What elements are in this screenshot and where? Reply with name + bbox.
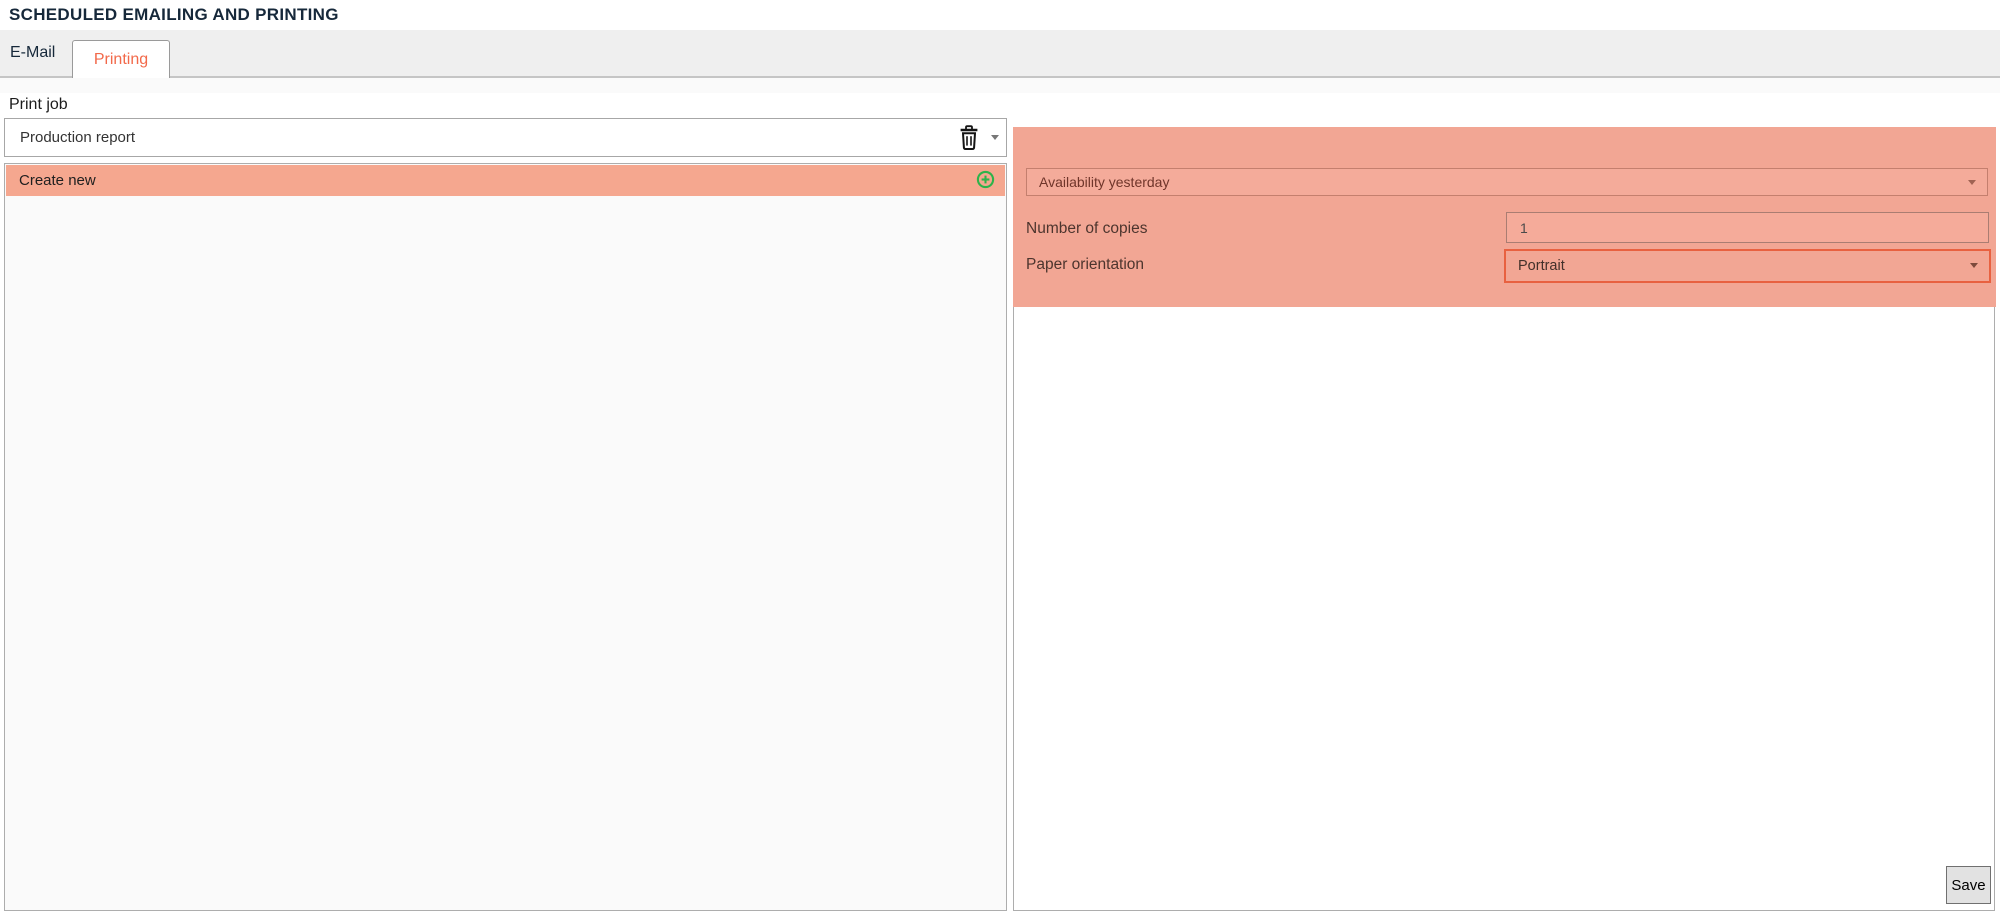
print-job-list: Create new	[4, 163, 1007, 911]
chevron-down-icon	[1970, 263, 1978, 268]
tab-bar: E-Mail	[0, 30, 2000, 78]
details-highlight-block: Availability yesterday Number of copies …	[1013, 127, 1996, 307]
delete-print-job-button[interactable]	[958, 125, 980, 151]
number-of-copies-input[interactable]	[1506, 212, 1989, 243]
save-button[interactable]: Save	[1946, 866, 1991, 904]
print-job-details-panel: Availability yesterday Number of copies …	[1013, 127, 1995, 911]
add-circle-icon[interactable]	[976, 170, 995, 189]
chevron-down-icon	[1968, 180, 1976, 185]
page-title: SCHEDULED EMAILING AND PRINTING	[9, 5, 339, 25]
print-job-combobox[interactable]: Production report	[4, 118, 1007, 157]
chevron-down-icon[interactable]	[991, 135, 999, 140]
tab-email[interactable]: E-Mail	[10, 30, 55, 76]
number-of-copies-label: Number of copies	[1026, 220, 1147, 238]
paper-orientation-label: Paper orientation	[1026, 256, 1144, 274]
list-item-create-new[interactable]: Create new	[6, 165, 1005, 196]
content-divider-band	[0, 78, 2000, 93]
print-job-label: Print job	[9, 96, 68, 114]
paper-orientation-value: Portrait	[1518, 258, 1565, 274]
tab-printing[interactable]: Printing	[72, 40, 170, 78]
report-select[interactable]: Availability yesterday	[1026, 168, 1988, 196]
trash-icon	[958, 139, 980, 154]
print-job-selected-value: Production report	[20, 119, 135, 156]
create-new-label: Create new	[19, 172, 96, 189]
report-select-value: Availability yesterday	[1039, 174, 1169, 190]
paper-orientation-select[interactable]: Portrait	[1504, 249, 1991, 283]
